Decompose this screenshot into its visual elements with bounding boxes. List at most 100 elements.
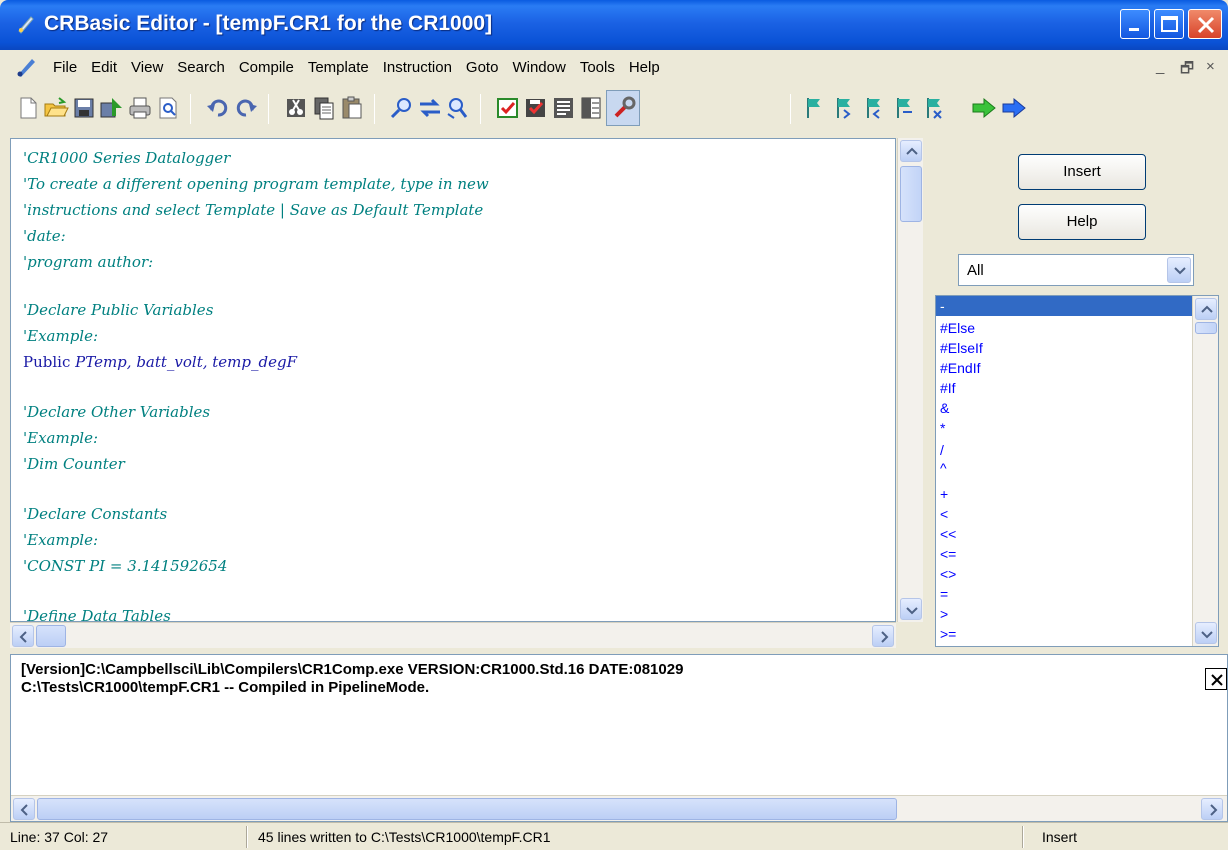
bookmark-list-icon[interactable] [920, 94, 948, 122]
code-line[interactable]: 'instructions and select Template | Save… [23, 201, 483, 219]
tools-wrench-icon[interactable] [606, 90, 640, 126]
code-line[interactable]: 'CONST PI = 3.141592654 [23, 557, 227, 575]
list-item[interactable]: < [936, 504, 1192, 524]
bookmark-next-icon[interactable] [830, 94, 858, 122]
find-next-icon[interactable] [444, 94, 472, 122]
table-icon[interactable] [578, 94, 606, 122]
dropdown-button[interactable] [1167, 257, 1191, 283]
code-line[interactable]: 'program author: [23, 253, 153, 271]
minimize-button[interactable] [1120, 9, 1150, 39]
list-item[interactable]: << [936, 524, 1192, 544]
menu-instruction[interactable]: Instruction [376, 59, 459, 76]
menu-compile[interactable]: Compile [232, 59, 301, 76]
scroll-right-button[interactable] [1201, 798, 1223, 820]
list-item[interactable]: #ElseIf [936, 338, 1192, 358]
print-preview-icon[interactable] [154, 94, 182, 122]
help-button[interactable]: Help [1018, 204, 1146, 240]
code-line[interactable]: 'To create a different opening program t… [23, 175, 489, 193]
code-line[interactable]: 'Declare Constants [23, 505, 167, 523]
list-item[interactable]: #If [936, 378, 1192, 398]
code-line[interactable]: 'Dim Counter [23, 455, 125, 473]
list-item[interactable]: <= [936, 544, 1192, 564]
code-editor[interactable]: 'CR1000 Series Datalogger 'To create a d… [10, 138, 896, 622]
scroll-right-button[interactable] [872, 625, 894, 647]
menu-template[interactable]: Template [301, 59, 376, 76]
scroll-up-button[interactable] [1195, 298, 1217, 320]
list-item[interactable]: = [936, 584, 1192, 604]
code-line[interactable]: 'Define Data Tables [23, 607, 171, 621]
code-line[interactable]: 'Example: [23, 429, 98, 447]
menu-view[interactable]: View [124, 59, 170, 76]
list-item[interactable]: >= [936, 624, 1192, 644]
mdi-restore-button[interactable]: 🗗 [1180, 58, 1194, 83]
code-line[interactable]: 'CR1000 Series Datalogger [23, 149, 230, 167]
menu-edit[interactable]: Edit [84, 59, 124, 76]
scroll-down-button[interactable] [1195, 622, 1217, 644]
close-output-button[interactable] [1205, 668, 1227, 690]
list-item[interactable]: * [936, 418, 1192, 438]
cut-icon[interactable] [282, 94, 310, 122]
program-icon[interactable] [550, 94, 578, 122]
open-folder-icon[interactable] [42, 94, 70, 122]
back-arrow-icon[interactable] [970, 94, 998, 122]
list-item[interactable]: + [936, 484, 1192, 504]
menu-goto[interactable]: Goto [459, 59, 506, 76]
code-line[interactable]: Public PTemp, batt_volt, temp_degF [23, 353, 297, 371]
close-button[interactable] [1188, 9, 1222, 39]
replace-icon[interactable] [416, 94, 444, 122]
list-item[interactable]: <> [936, 564, 1192, 584]
list-item[interactable]: & [936, 398, 1192, 418]
menu-window[interactable]: Window [505, 59, 572, 76]
scroll-thumb[interactable] [37, 798, 897, 820]
instruction-list-scrollbar[interactable] [1192, 296, 1218, 646]
print-icon[interactable] [126, 94, 154, 122]
save-and-compile-icon[interactable] [98, 94, 126, 122]
editor-horizontal-scrollbar[interactable] [10, 622, 896, 648]
code-line[interactable]: 'Declare Other Variables [23, 403, 210, 421]
editor-vertical-scrollbar[interactable] [897, 138, 923, 622]
insert-button[interactable]: Insert [1018, 154, 1146, 190]
copy-icon[interactable] [310, 94, 338, 122]
redo-icon[interactable] [232, 94, 260, 122]
mdi-minimize-button[interactable]: _ [1156, 58, 1164, 75]
bookmark-clear-icon[interactable] [890, 94, 918, 122]
compile-output-pane[interactable]: [Version]C:\Campbellsci\Lib\Compilers\CR… [10, 654, 1228, 822]
save-compile-icon[interactable] [522, 94, 550, 122]
scroll-thumb[interactable] [36, 625, 66, 647]
bookmark-prev-icon[interactable] [860, 94, 888, 122]
menu-search[interactable]: Search [170, 59, 232, 76]
menu-help[interactable]: Help [622, 59, 667, 76]
save-icon[interactable] [70, 94, 98, 122]
scroll-left-button[interactable] [13, 798, 35, 820]
paste-icon[interactable] [338, 94, 366, 122]
output-horizontal-scrollbar[interactable] [11, 795, 1227, 821]
undo-icon[interactable] [204, 94, 232, 122]
maximize-button[interactable] [1154, 9, 1184, 39]
list-item[interactable]: #Else [936, 318, 1192, 338]
code-line[interactable]: 'Example: [23, 327, 98, 345]
list-item[interactable]: ^ [936, 458, 1192, 478]
list-item[interactable]: > [936, 604, 1192, 624]
forward-arrow-icon[interactable] [1000, 94, 1028, 122]
instruction-list[interactable]: - #Else #ElseIf #EndIf #If & * / ^ + < <… [935, 295, 1219, 647]
document-menu-icon[interactable] [14, 55, 38, 79]
list-item[interactable]: #EndIf [936, 358, 1192, 378]
list-item[interactable]: / [936, 440, 1192, 460]
code-line[interactable]: 'date: [23, 227, 66, 245]
scroll-down-button[interactable] [900, 598, 922, 620]
menu-file[interactable]: File [46, 59, 84, 76]
list-item[interactable]: - [936, 296, 1192, 316]
scroll-thumb[interactable] [1195, 322, 1217, 334]
scroll-left-button[interactable] [12, 625, 34, 647]
scroll-up-button[interactable] [900, 140, 922, 162]
code-line[interactable]: 'Example: [23, 531, 98, 549]
code-line[interactable]: 'Declare Public Variables [23, 301, 213, 319]
compile-icon[interactable] [494, 94, 522, 122]
scroll-thumb[interactable] [900, 166, 922, 222]
new-file-icon[interactable] [14, 94, 42, 122]
find-icon[interactable] [388, 94, 416, 122]
instruction-filter-select[interactable]: All [958, 254, 1194, 286]
mdi-close-button[interactable]: × [1206, 58, 1215, 75]
bookmark-toggle-icon[interactable] [800, 94, 828, 122]
menu-tools[interactable]: Tools [573, 59, 622, 76]
